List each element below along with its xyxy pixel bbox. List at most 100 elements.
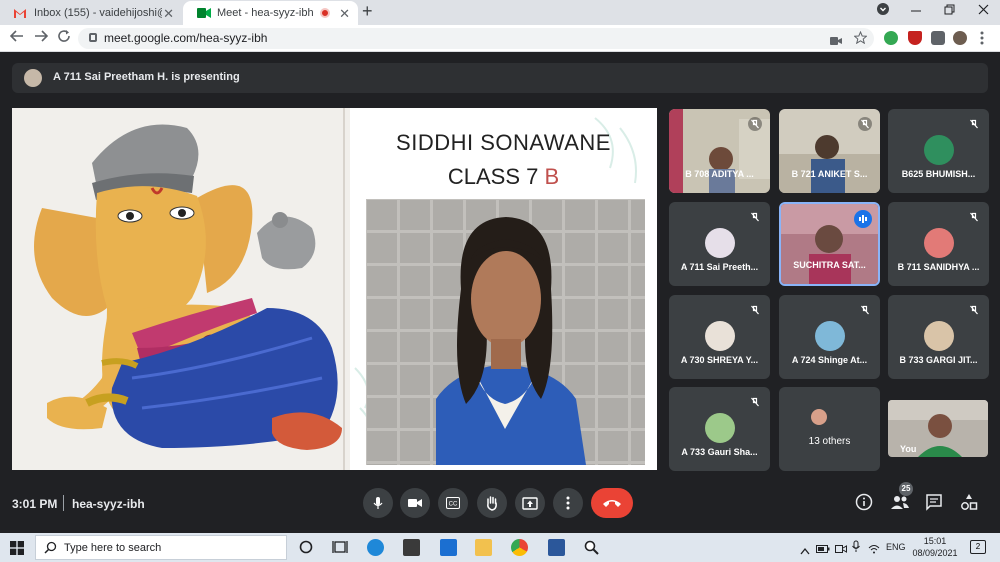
participant-tile[interactable]: B 708 ADITYA ... bbox=[669, 109, 770, 193]
forward-icon[interactable] bbox=[34, 29, 49, 47]
mail-icon[interactable] bbox=[440, 539, 457, 556]
participant-tile[interactable]: B 711 SANIDHYA ... bbox=[888, 202, 989, 286]
participant-name: A 733 Gauri Sha... bbox=[681, 447, 758, 457]
word-icon[interactable] bbox=[548, 539, 565, 556]
participant-tile[interactable]: B 721 ANIKET S... bbox=[779, 109, 880, 193]
participant-tile[interactable]: B625 BHUMISH... bbox=[888, 109, 989, 193]
tray-overflow-icon[interactable] bbox=[800, 542, 810, 560]
meeting-details-icon[interactable] bbox=[855, 493, 875, 513]
input-language[interactable]: ENG bbox=[886, 542, 906, 552]
mic-off-icon bbox=[858, 303, 872, 317]
participant-tile[interactable]: B 733 GARGI JIT... bbox=[888, 295, 989, 379]
magnifier-icon[interactable] bbox=[583, 539, 600, 556]
participant-avatar bbox=[705, 321, 735, 351]
slide-class-prefix: CLASS 7 bbox=[447, 164, 545, 189]
participant-name: B 721 ANIKET S... bbox=[791, 169, 868, 179]
participant-name: B 711 SANIDHYA ... bbox=[897, 262, 980, 272]
slide-class-section: B bbox=[544, 164, 560, 189]
participant-avatar bbox=[924, 135, 954, 165]
captions-button[interactable]: CC bbox=[438, 488, 468, 518]
close-tab-icon[interactable]: ✕ bbox=[163, 6, 174, 22]
address-bar[interactable]: meet.google.com/hea-syyz-ibh bbox=[78, 28, 874, 49]
camera-button[interactable] bbox=[400, 488, 430, 518]
captions-icon: CC bbox=[446, 497, 460, 509]
url-text[interactable]: meet.google.com/hea-syyz-ibh bbox=[104, 31, 267, 45]
mic-off-icon bbox=[748, 117, 762, 131]
close-window-icon[interactable] bbox=[978, 3, 989, 18]
cortana-icon[interactable] bbox=[298, 539, 315, 556]
participant-tile[interactable]: A 711 Sai Preeth... bbox=[669, 202, 770, 286]
tab-title: Meet - hea-syyz-ibh bbox=[217, 7, 314, 19]
meeting-code: hea-syyz-ibh bbox=[72, 497, 145, 511]
presenter-avatar bbox=[24, 69, 42, 87]
extensions-puzzle-icon[interactable] bbox=[931, 31, 945, 45]
taskbar-search-box[interactable]: Type here to search bbox=[35, 535, 287, 560]
wifi-icon[interactable] bbox=[868, 541, 880, 559]
tab-search-icon[interactable] bbox=[877, 3, 889, 18]
more-options-button[interactable] bbox=[553, 488, 583, 518]
battery-icon[interactable] bbox=[816, 541, 830, 559]
store-icon[interactable] bbox=[403, 539, 420, 556]
presenting-text: A 711 Sai Preetham H. is presenting bbox=[53, 71, 240, 83]
bookmark-star-icon[interactable] bbox=[853, 30, 868, 49]
slide-class-label: CLASS 7 B bbox=[350, 164, 657, 190]
participant-name: A 730 SHREYA Y... bbox=[680, 355, 759, 365]
maximize-icon[interactable] bbox=[944, 3, 955, 18]
participant-avatar bbox=[705, 413, 735, 443]
tab-gmail[interactable]: Inbox (155) - vaidehijoshi@mes.ac ✕ bbox=[0, 1, 182, 25]
participant-tile-active-speaker[interactable]: SUCHITRA SAT... bbox=[779, 202, 880, 286]
participant-name: A 711 Sai Preeth... bbox=[680, 262, 759, 272]
notification-center-icon[interactable]: 2 bbox=[970, 540, 986, 554]
tab-title: Inbox (155) - vaidehijoshi@mes.ac bbox=[34, 7, 162, 19]
presentation-screen[interactable]: SIDDHI SONAWANE CLASS 7 B bbox=[12, 108, 657, 470]
ganesha-drawing-image bbox=[12, 108, 350, 470]
windows-start-icon[interactable] bbox=[10, 541, 24, 555]
reload-icon[interactable] bbox=[57, 29, 71, 47]
participant-avatar bbox=[924, 321, 954, 351]
participant-avatar bbox=[924, 228, 954, 258]
participant-tile[interactable]: A 724 Shinge At... bbox=[779, 295, 880, 379]
mic-off-icon bbox=[858, 117, 872, 131]
others-tile[interactable]: 13 others bbox=[779, 387, 880, 471]
mic-button[interactable] bbox=[363, 488, 393, 518]
raise-hand-button[interactable] bbox=[477, 488, 507, 518]
microphone-tray-icon[interactable] bbox=[851, 540, 861, 558]
activities-icon[interactable] bbox=[960, 493, 980, 513]
self-view-tile[interactable]: You bbox=[888, 400, 988, 457]
chat-icon[interactable] bbox=[925, 493, 945, 513]
participant-avatar bbox=[705, 228, 735, 258]
profile-avatar-icon[interactable] bbox=[953, 31, 967, 45]
participant-tile[interactable]: A 733 Gauri Sha... bbox=[669, 387, 770, 471]
meet-icon bbox=[197, 8, 211, 18]
slide-student-name: SIDDHI SONAWANE bbox=[396, 130, 611, 155]
extension-g-icon[interactable] bbox=[884, 31, 898, 45]
people-icon[interactable] bbox=[890, 493, 910, 513]
hang-up-icon bbox=[603, 500, 621, 507]
tab-meet[interactable]: Meet - hea-syyz-ibh ✕ bbox=[183, 1, 358, 25]
edge-icon[interactable] bbox=[367, 539, 384, 556]
camera-in-use-icon[interactable] bbox=[830, 33, 842, 51]
minimize-icon[interactable] bbox=[910, 0, 922, 23]
participant-tile[interactable]: A 730 SHREYA Y... bbox=[669, 295, 770, 379]
chrome-icon[interactable] bbox=[511, 539, 528, 556]
present-screen-icon bbox=[522, 496, 538, 510]
file-explorer-icon[interactable] bbox=[475, 539, 492, 556]
chrome-menu-icon[interactable] bbox=[980, 31, 984, 50]
task-view-icon[interactable] bbox=[332, 539, 349, 556]
back-icon[interactable] bbox=[9, 29, 24, 47]
participant-name: B 733 GARGI JIT... bbox=[899, 355, 978, 365]
camera-icon bbox=[408, 499, 422, 507]
present-now-button[interactable] bbox=[515, 488, 545, 518]
others-count: 13 others bbox=[808, 436, 851, 447]
leave-call-button[interactable] bbox=[591, 488, 633, 518]
camera-tray-icon[interactable] bbox=[835, 541, 847, 559]
new-tab-button[interactable]: + bbox=[362, 1, 373, 22]
meeting-clock: 3:01 PM bbox=[12, 497, 58, 511]
participant-name: A 724 Shinge At... bbox=[791, 355, 868, 365]
close-tab-icon[interactable]: ✕ bbox=[339, 6, 350, 22]
system-time[interactable]: 15:01 bbox=[915, 536, 955, 546]
system-date[interactable]: 08/09/2021 bbox=[909, 548, 961, 558]
participant-name: B625 BHUMISH... bbox=[901, 169, 976, 179]
extension-shield-icon[interactable] bbox=[908, 31, 922, 45]
self-name: You bbox=[900, 444, 917, 454]
